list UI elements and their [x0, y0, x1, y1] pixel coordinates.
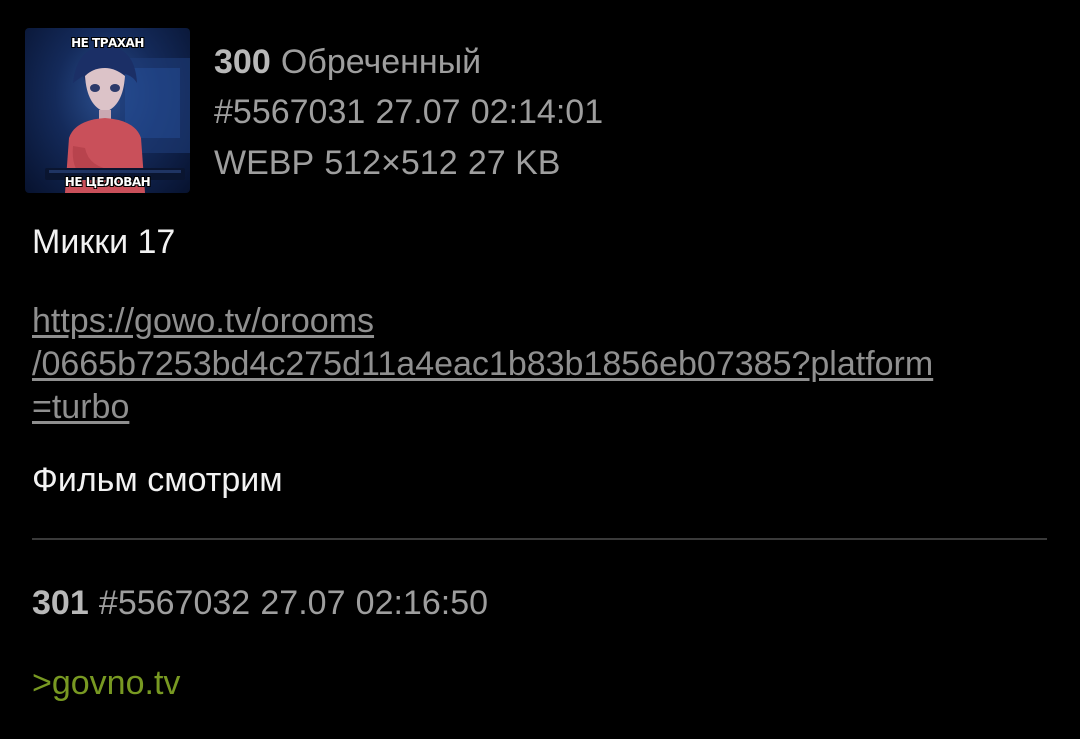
post-time: 02:14:01 — [470, 93, 604, 131]
post-id[interactable]: #5567032 — [99, 584, 250, 622]
post-divider — [32, 538, 1047, 540]
post-id-line: #5567031 27.07 02:14:01 — [214, 92, 603, 132]
thumbnail-caption-bottom: НЕ ЦЕЛОВАН — [64, 175, 151, 189]
post-header-line: 300 Обреченный — [214, 42, 481, 82]
post-author: Обреченный — [280, 43, 482, 81]
file-dimensions: 512×512 — [324, 144, 458, 182]
greentext-quote: >govno.tv — [32, 664, 181, 702]
post-time: 02:16:50 — [355, 584, 489, 622]
post-link[interactable]: https://gowo.tv/orooms /0665b7253bd4c275… — [32, 300, 1052, 429]
post-300: НЕ ТРАХАН НЕ ЦЕЛОВАН 300 Обреченный #5567… — [0, 0, 1080, 540]
post-link-part[interactable]: https://gowo.tv/orooms — [32, 300, 1052, 343]
post-301: 301 #5567032 27.07 02:16:50 >govno.tv — [0, 541, 1080, 739]
file-format: WEBP — [214, 144, 315, 182]
file-size: 27 KB — [467, 144, 561, 182]
post-text-line: Микки 17 — [32, 223, 176, 261]
file-info-line: WEBP 512×512 27 KB — [214, 143, 560, 183]
post-number[interactable]: 301 — [32, 584, 89, 622]
thumbnail-caption-top: НЕ ТРАХАН — [71, 36, 144, 50]
post-id[interactable]: #5567031 — [214, 93, 365, 131]
post-date: 27.07 — [260, 584, 346, 622]
post-thumbnail[interactable]: НЕ ТРАХАН НЕ ЦЕЛОВАН — [25, 28, 190, 193]
post-date: 27.07 — [375, 93, 461, 131]
post-link-part[interactable]: =turbo — [32, 386, 1052, 429]
post-text-line: Фильм смотрим — [32, 461, 283, 499]
post-number[interactable]: 300 — [214, 43, 271, 81]
thumbnail-anime-figure-image — [45, 46, 190, 193]
post-header-line: 301 #5567032 27.07 02:16:50 — [32, 583, 488, 623]
post-link-part[interactable]: /0665b7253bd4c275d11a4eac1b83b1856eb0738… — [32, 343, 1052, 386]
